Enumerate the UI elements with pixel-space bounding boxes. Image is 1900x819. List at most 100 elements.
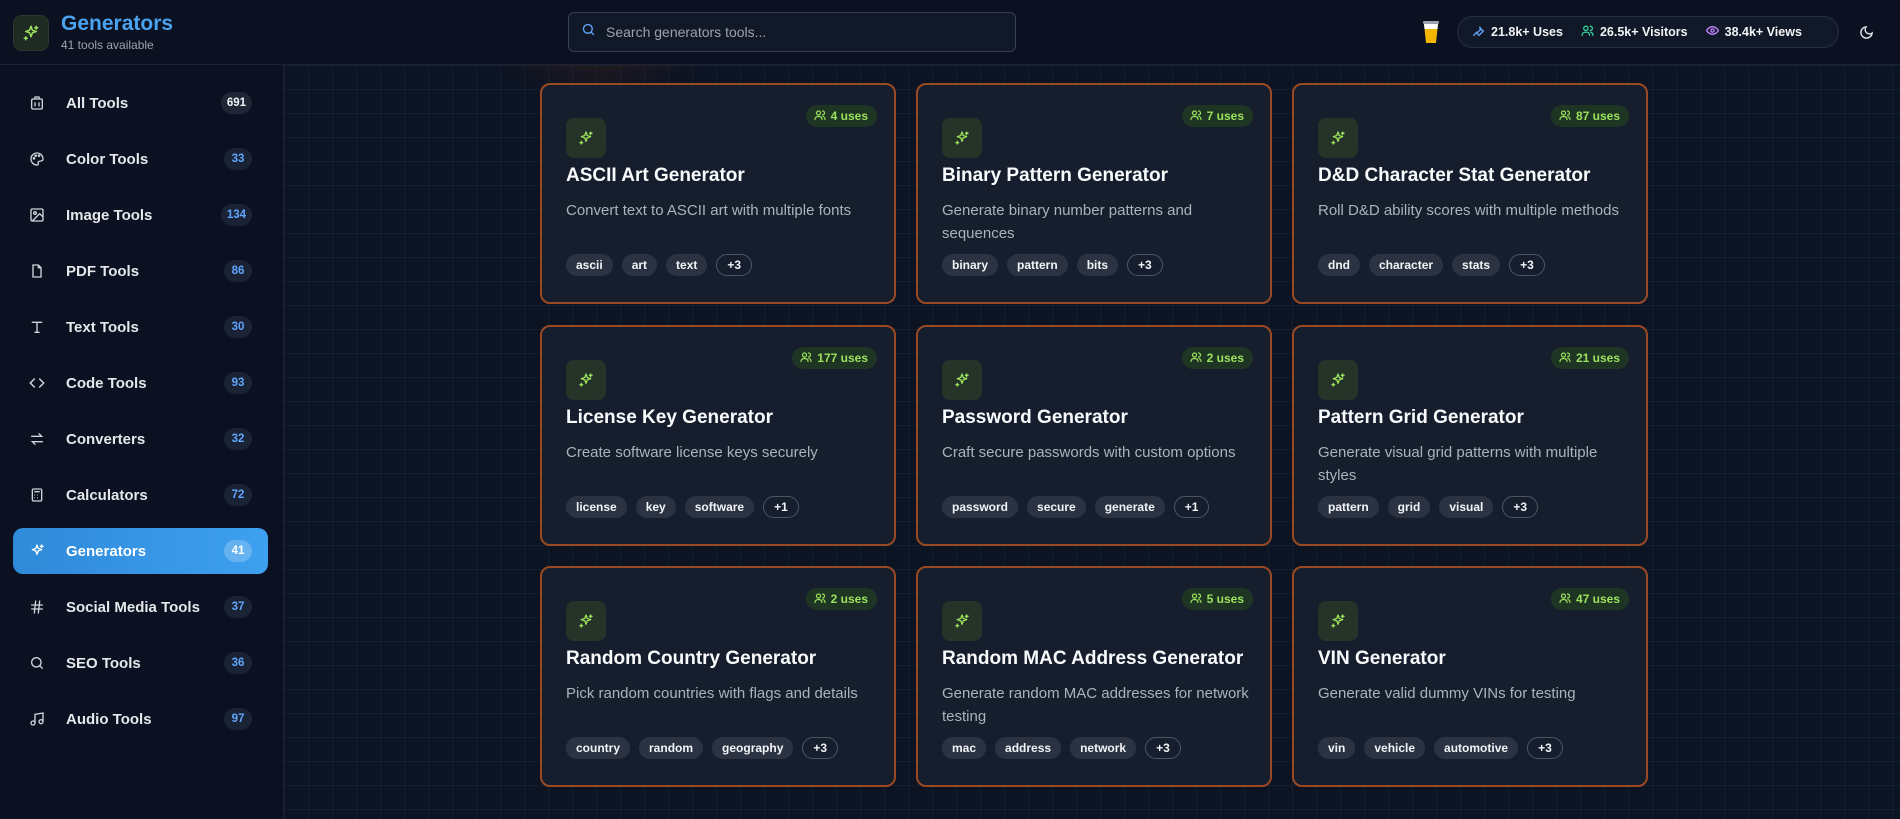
count-badge: 691 bbox=[220, 92, 252, 114]
sidebar-item-seo-tools[interactable]: SEO Tools 36 bbox=[13, 640, 268, 686]
tag-list: pattern grid visual +3 bbox=[1318, 496, 1539, 518]
more-tags-badge: +1 bbox=[1173, 496, 1210, 518]
tag: key bbox=[635, 496, 676, 518]
music-icon bbox=[28, 710, 46, 728]
sidebar-item-calculators[interactable]: Calculators 72 bbox=[13, 472, 268, 518]
sidebar-item-color-tools[interactable]: Color Tools 33 bbox=[13, 136, 268, 182]
tag: grid bbox=[1387, 496, 1431, 518]
tag: country bbox=[566, 737, 631, 759]
uses-count: 5 uses bbox=[1206, 592, 1244, 606]
tool-title: Binary Pattern Generator bbox=[942, 165, 1168, 186]
tag: random bbox=[639, 737, 704, 759]
coffee-cup-icon[interactable] bbox=[1420, 19, 1442, 45]
tool-description: Generate valid dummy VINs for testing bbox=[1318, 685, 1576, 702]
tag: generate bbox=[1094, 496, 1165, 518]
users-icon bbox=[814, 109, 826, 124]
sparkles-icon bbox=[942, 601, 982, 641]
tag: vehicle bbox=[1364, 737, 1426, 759]
uses-stat: 21.8k+ Uses bbox=[1472, 24, 1563, 40]
tool-card[interactable]: 7 uses Binary Pattern Generator Generate… bbox=[916, 83, 1272, 304]
uses-count: 47 uses bbox=[1575, 592, 1620, 606]
uses-count: 2 uses bbox=[1206, 351, 1244, 365]
users-icon bbox=[800, 351, 812, 366]
tag: stats bbox=[1452, 254, 1501, 276]
sidebar-item-code-tools[interactable]: Code Tools 93 bbox=[13, 360, 268, 406]
tag-list: license key software +1 bbox=[566, 496, 799, 518]
tool-card[interactable]: 5 uses Random MAC Address Generator Gene… bbox=[916, 566, 1272, 787]
tag: network bbox=[1070, 737, 1137, 759]
tool-card[interactable]: 4 uses ASCII Art Generator Convert text … bbox=[540, 83, 896, 304]
tag-list: ascii art text +3 bbox=[566, 254, 753, 276]
brand[interactable]: Generators 41 tools available bbox=[13, 13, 173, 52]
more-tags-badge: +3 bbox=[716, 254, 753, 276]
tag: binary bbox=[942, 254, 999, 276]
uses-badge: 7 uses bbox=[1181, 105, 1253, 127]
tool-title: D&D Character Stat Generator bbox=[1318, 165, 1591, 186]
search-box[interactable] bbox=[568, 12, 1016, 52]
sidebar-item-generators[interactable]: Generators 41 bbox=[13, 528, 268, 574]
uses-count: 87 uses bbox=[1575, 109, 1620, 123]
sparkles-icon bbox=[28, 542, 46, 560]
uses-count: 7 uses bbox=[1206, 109, 1244, 123]
count-badge: 72 bbox=[224, 484, 252, 506]
tool-description: Create software license keys securely bbox=[566, 444, 818, 461]
tool-title: Password Generator bbox=[942, 407, 1128, 428]
sidebar-item-all-tools[interactable]: All Tools 691 bbox=[13, 80, 268, 126]
more-tags-badge: +1 bbox=[763, 496, 799, 518]
count-badge: 93 bbox=[224, 372, 252, 394]
uses-badge: 47 uses bbox=[1550, 588, 1629, 610]
tool-card[interactable]: 47 uses VIN Generator Generate valid dum… bbox=[1292, 566, 1648, 787]
views-stat: 38.4k+ Views bbox=[1705, 24, 1802, 40]
file-icon bbox=[28, 262, 46, 280]
tag: text bbox=[666, 254, 708, 276]
tool-description: Generate random MAC addresses for networ… bbox=[942, 685, 1249, 725]
sidebar-item-converters[interactable]: Converters 32 bbox=[13, 416, 268, 462]
tool-card[interactable]: 21 uses Pattern Grid Generator Generate … bbox=[1292, 325, 1648, 546]
tag: automotive bbox=[1434, 737, 1519, 759]
tag: pattern bbox=[1318, 496, 1379, 518]
wrench-icon bbox=[1472, 24, 1485, 40]
sidebar-item-pdf-tools[interactable]: PDF Tools 86 bbox=[13, 248, 268, 294]
tool-card[interactable]: 2 uses Random Country Generator Pick ran… bbox=[540, 566, 896, 787]
uses-badge: 87 uses bbox=[1550, 105, 1629, 127]
uses-count: 2 uses bbox=[830, 592, 868, 606]
arrows-icon bbox=[28, 430, 46, 448]
uses-count: 4 uses bbox=[830, 109, 868, 123]
uses-badge: 5 uses bbox=[1181, 588, 1253, 610]
users-icon bbox=[1190, 351, 1202, 366]
sparkles-icon bbox=[13, 14, 49, 51]
tag: ascii bbox=[566, 254, 613, 276]
palette-icon bbox=[28, 150, 46, 168]
more-tags-badge: +3 bbox=[1527, 737, 1563, 759]
sparkles-icon bbox=[1318, 601, 1358, 641]
eye-icon bbox=[1705, 24, 1719, 40]
tag-list: country random geography +3 bbox=[566, 737, 839, 759]
tag: art bbox=[621, 254, 658, 276]
tag: dnd bbox=[1318, 254, 1360, 276]
sparkles-icon bbox=[1318, 118, 1358, 158]
tool-card[interactable]: 177 uses License Key Generator Create so… bbox=[540, 325, 896, 546]
sparkles-icon bbox=[1318, 360, 1358, 400]
sidebar-item-text-tools[interactable]: Text Tools 30 bbox=[13, 304, 268, 350]
site-stats: 21.8k+ Uses 26.5k+ Visitors 38.4k+ Views bbox=[1457, 16, 1839, 48]
tool-description: Craft secure passwords with custom optio… bbox=[942, 444, 1236, 461]
tag-list: password secure generate +1 bbox=[942, 496, 1210, 518]
tool-title: Random Country Generator bbox=[566, 648, 817, 669]
sidebar-item-audio-tools[interactable]: Audio Tools 97 bbox=[13, 696, 268, 742]
tool-description: Pick random countries with flags and det… bbox=[566, 685, 858, 702]
sidebar-item-social-media-tools[interactable]: Social Media Tools 37 bbox=[13, 584, 268, 630]
tag-list: mac address network +3 bbox=[942, 737, 1181, 759]
count-badge: 36 bbox=[224, 652, 252, 674]
more-tags-badge: +3 bbox=[1145, 737, 1181, 759]
tag: mac bbox=[942, 737, 987, 759]
tag: software bbox=[684, 496, 755, 518]
more-tags-badge: +3 bbox=[1509, 254, 1545, 276]
tool-card[interactable]: 87 uses D&D Character Stat Generator Rol… bbox=[1292, 83, 1648, 304]
uses-badge: 21 uses bbox=[1550, 347, 1629, 369]
moon-icon[interactable] bbox=[1855, 21, 1877, 43]
grid-icon bbox=[28, 94, 46, 112]
sidebar-item-image-tools[interactable]: Image Tools 134 bbox=[13, 192, 268, 238]
search-input[interactable] bbox=[606, 24, 996, 40]
tool-card[interactable]: 2 uses Password Generator Craft secure p… bbox=[916, 325, 1272, 546]
users-icon bbox=[1581, 24, 1594, 40]
